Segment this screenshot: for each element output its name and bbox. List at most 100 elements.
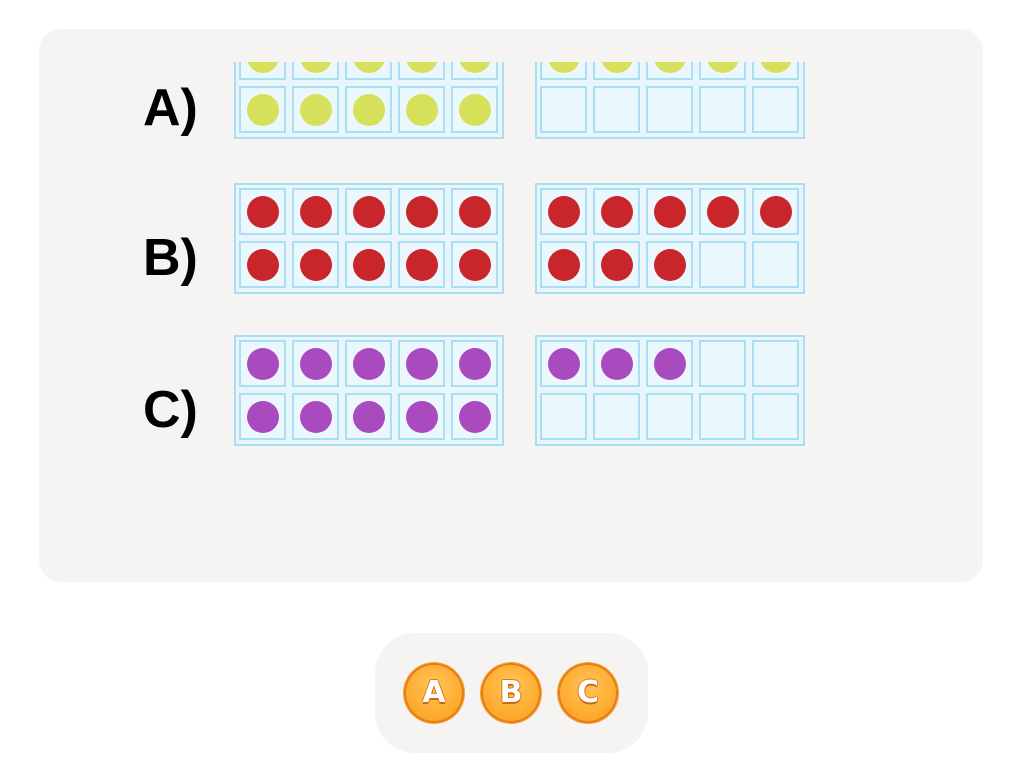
counter-dot: [548, 196, 580, 228]
counter-dot: [459, 94, 491, 126]
frame-cell: [292, 393, 339, 440]
frame-cell: [593, 393, 640, 440]
frame-cell: [752, 86, 799, 133]
frame-cell: [752, 340, 799, 387]
frame-cell: [398, 188, 445, 235]
counter-dot: [707, 62, 739, 73]
counter-dot: [654, 62, 686, 73]
counter-dot: [353, 401, 385, 433]
counter-dot: [300, 348, 332, 380]
counter-dot: [247, 196, 279, 228]
frame-cell: [451, 62, 498, 80]
frame-cell: [239, 393, 286, 440]
counter-dot: [601, 196, 633, 228]
answer-button-b[interactable]: B: [481, 663, 541, 723]
frame-cell: [398, 241, 445, 288]
ten-frame: [234, 183, 504, 294]
question-area: A) B) C): [39, 29, 983, 582]
frame-cell: [646, 241, 693, 288]
ten-frame: [234, 335, 504, 446]
counter-dot: [601, 249, 633, 281]
counter-dot: [406, 94, 438, 126]
frame-cell: [239, 340, 286, 387]
frame-cell: [593, 86, 640, 133]
options-scroll-area: A) B) C): [39, 62, 983, 582]
counter-dot: [353, 348, 385, 380]
counter-dot: [459, 62, 491, 73]
frame-cell: [699, 393, 746, 440]
option-label-b: B): [143, 229, 198, 287]
counter-dot: [601, 348, 633, 380]
frame-cell: [398, 62, 445, 80]
counter-dot: [760, 62, 792, 73]
frame-cell: [646, 188, 693, 235]
frame-cell: [345, 62, 392, 80]
frame-cell: [451, 241, 498, 288]
counter-dot: [247, 62, 279, 73]
frame-cell: [292, 188, 339, 235]
counter-dot: [406, 196, 438, 228]
frame-cell: [292, 62, 339, 80]
frame-cell: [239, 86, 286, 133]
counter-dot: [601, 62, 633, 73]
frame-cell: [398, 393, 445, 440]
frame-cell: [451, 340, 498, 387]
frame-cell: [593, 241, 640, 288]
frame-cell: [292, 86, 339, 133]
frame-cell: [345, 340, 392, 387]
counter-dot: [548, 348, 580, 380]
answer-button-c[interactable]: C: [558, 663, 618, 723]
counter-dot: [247, 401, 279, 433]
counter-dot: [406, 249, 438, 281]
answer-button-a[interactable]: A: [404, 663, 464, 723]
counter-dot: [459, 249, 491, 281]
counter-dot: [247, 94, 279, 126]
frame-cell: [451, 393, 498, 440]
frame-cell: [540, 86, 587, 133]
frame-cell: [292, 340, 339, 387]
frame-cell: [646, 393, 693, 440]
frame-cell: [239, 62, 286, 80]
counter-dot: [548, 249, 580, 281]
ten-frame: [535, 335, 805, 446]
answer-bar: A B C: [375, 633, 648, 753]
option-label-a: A): [143, 79, 198, 137]
counter-dot: [300, 401, 332, 433]
frame-cell: [646, 62, 693, 80]
counter-dot: [353, 62, 385, 73]
frame-cell: [699, 188, 746, 235]
counter-dot: [353, 94, 385, 126]
answer-button-b-label: B: [499, 675, 523, 710]
frame-cell: [752, 393, 799, 440]
frame-cell: [292, 241, 339, 288]
frame-cell: [540, 188, 587, 235]
frame-cell: [540, 62, 587, 80]
frame-cell: [540, 340, 587, 387]
counter-dot: [459, 348, 491, 380]
counter-dot: [247, 249, 279, 281]
frame-cell: [593, 62, 640, 80]
frame-cell: [699, 62, 746, 80]
frame-cell: [593, 340, 640, 387]
counter-dot: [654, 249, 686, 281]
question-panel: A) B) C): [39, 29, 983, 582]
frame-cell: [345, 393, 392, 440]
counter-dot: [247, 348, 279, 380]
frame-cell: [540, 393, 587, 440]
frame-cell: [699, 241, 746, 288]
counter-dot: [459, 196, 491, 228]
counter-dot: [548, 62, 580, 73]
frame-cell: [451, 188, 498, 235]
counter-dot: [760, 196, 792, 228]
frame-cell: [540, 241, 587, 288]
counter-dot: [406, 62, 438, 73]
ten-frame: [535, 62, 805, 139]
counter-dot: [300, 94, 332, 126]
counter-dot: [300, 249, 332, 281]
counter-dot: [300, 62, 332, 73]
answer-button-a-label: A: [422, 675, 446, 710]
option-label-c: C): [143, 381, 198, 439]
frame-cell: [345, 86, 392, 133]
counter-dot: [353, 249, 385, 281]
frame-cell: [752, 188, 799, 235]
